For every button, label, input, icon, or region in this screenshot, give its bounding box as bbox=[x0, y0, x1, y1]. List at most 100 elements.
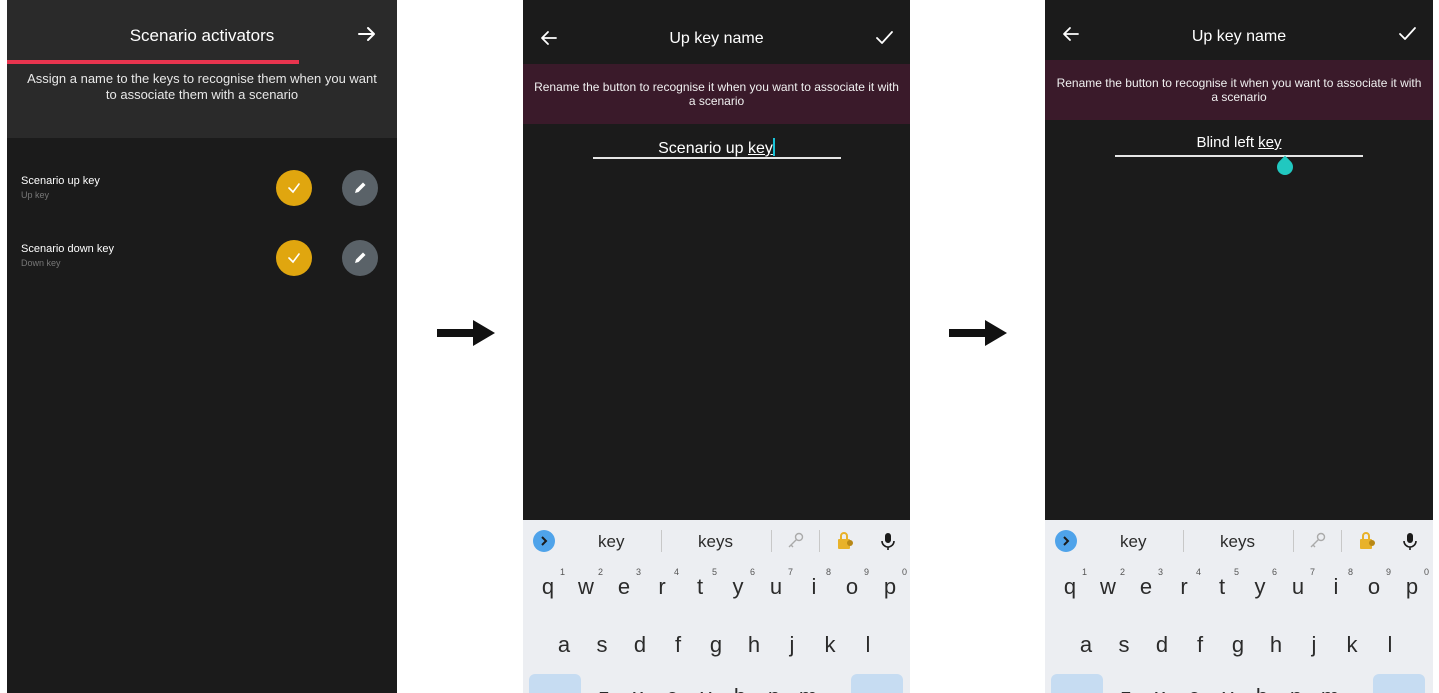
key[interactable]: q1 bbox=[533, 564, 565, 610]
expand-toolbar-button[interactable] bbox=[533, 530, 555, 552]
key[interactable]: e3 bbox=[609, 564, 641, 610]
key[interactable]: m bbox=[1315, 674, 1345, 693]
edit-key-button[interactable] bbox=[342, 170, 378, 206]
key[interactable]: q1 bbox=[1055, 564, 1087, 610]
key[interactable]: x bbox=[623, 674, 653, 693]
info-banner: Rename the button to recognise it when y… bbox=[1045, 60, 1433, 120]
key[interactable]: p0 bbox=[1397, 564, 1429, 610]
backspace-key[interactable] bbox=[851, 674, 903, 693]
input-underline bbox=[1115, 155, 1363, 157]
backspace-key[interactable] bbox=[1373, 674, 1425, 693]
cursor-handle[interactable] bbox=[1273, 155, 1297, 179]
key[interactable]: s bbox=[1109, 622, 1139, 668]
arrow-right-icon[interactable] bbox=[355, 22, 379, 46]
edit-key-button[interactable] bbox=[342, 240, 378, 276]
key[interactable]: d bbox=[1147, 622, 1177, 668]
key[interactable]: d bbox=[625, 622, 655, 668]
key[interactable]: k bbox=[815, 622, 845, 668]
page-title: Up key name bbox=[669, 30, 764, 47]
key[interactable]: w2 bbox=[571, 564, 603, 610]
key[interactable]: h bbox=[1261, 622, 1291, 668]
confirm-key-button[interactable] bbox=[276, 170, 312, 206]
input-text: Scenario up bbox=[658, 140, 748, 157]
key[interactable]: z bbox=[589, 674, 619, 693]
key-icon[interactable] bbox=[1307, 531, 1327, 551]
key[interactable]: v bbox=[1213, 674, 1243, 693]
suggestion[interactable]: key bbox=[598, 532, 624, 552]
lock-key-icon[interactable] bbox=[835, 531, 855, 551]
rename-screen: Up key name Rename the button to recogni… bbox=[523, 0, 910, 693]
key[interactable]: f bbox=[663, 622, 693, 668]
divider bbox=[819, 530, 820, 552]
divider bbox=[1183, 530, 1184, 552]
chevron-right-icon bbox=[1063, 536, 1070, 546]
shift-key[interactable] bbox=[1051, 674, 1103, 693]
key[interactable]: g bbox=[701, 622, 731, 668]
keyboard-row: a s d f g h j k l bbox=[523, 622, 910, 668]
suggestion[interactable]: keys bbox=[698, 532, 733, 552]
app-bar: Scenario activators bbox=[7, 0, 397, 64]
key[interactable]: t5 bbox=[1207, 564, 1239, 610]
key[interactable]: g bbox=[1223, 622, 1253, 668]
key[interactable]: u7 bbox=[1283, 564, 1315, 610]
key[interactable]: o9 bbox=[1359, 564, 1391, 610]
key[interactable]: c bbox=[657, 674, 687, 693]
key[interactable]: u7 bbox=[761, 564, 793, 610]
microphone-icon[interactable] bbox=[1400, 531, 1420, 551]
suggestion[interactable]: key bbox=[1120, 532, 1146, 552]
check-icon[interactable] bbox=[1397, 24, 1417, 44]
check-icon bbox=[288, 183, 300, 194]
key[interactable]: y6 bbox=[723, 564, 756, 610]
key[interactable]: n bbox=[1281, 674, 1311, 693]
key[interactable]: b bbox=[1247, 674, 1277, 693]
key[interactable]: x bbox=[1145, 674, 1175, 693]
key[interactable]: j bbox=[777, 622, 807, 668]
key[interactable]: e3 bbox=[1131, 564, 1163, 610]
microphone-icon[interactable] bbox=[878, 531, 898, 551]
key[interactable]: z bbox=[1111, 674, 1141, 693]
key-icon[interactable] bbox=[785, 531, 805, 551]
key[interactable]: f bbox=[1185, 622, 1215, 668]
key[interactable]: i8 bbox=[799, 564, 831, 610]
key[interactable]: s bbox=[587, 622, 617, 668]
keyboard: key keys q1 w2 e3 r4 t5 y6 u7 i8 o9 p0 a… bbox=[523, 520, 910, 693]
key[interactable]: a bbox=[549, 622, 579, 668]
keyboard-row: q1 w2 e3 r4 t5 y6 u7 i8 o9 p0 bbox=[523, 564, 910, 610]
key[interactable]: v bbox=[691, 674, 721, 693]
key[interactable]: t5 bbox=[685, 564, 717, 610]
key[interactable]: c bbox=[1179, 674, 1209, 693]
expand-toolbar-button[interactable] bbox=[1055, 530, 1077, 552]
lock-key-icon[interactable] bbox=[1357, 531, 1377, 551]
key-title: Scenario up key bbox=[21, 175, 100, 187]
key-title: Scenario down key bbox=[21, 243, 114, 255]
key[interactable]: m bbox=[793, 674, 823, 693]
name-input[interactable]: Blind left key bbox=[1045, 134, 1433, 151]
keyboard-row: z x c v b n m bbox=[523, 674, 910, 693]
key[interactable]: l bbox=[853, 622, 883, 668]
key[interactable]: w2 bbox=[1093, 564, 1125, 610]
confirm-key-button[interactable] bbox=[276, 240, 312, 276]
key-subtitle: Up key bbox=[21, 190, 50, 200]
key[interactable]: p0 bbox=[875, 564, 907, 610]
key[interactable]: h bbox=[739, 622, 769, 668]
check-icon[interactable] bbox=[874, 28, 894, 48]
key[interactable]: k bbox=[1337, 622, 1367, 668]
list-item[interactable]: Scenario down key Down key bbox=[7, 243, 397, 303]
key[interactable]: r4 bbox=[1169, 564, 1201, 610]
key[interactable]: i8 bbox=[1321, 564, 1353, 610]
shift-key[interactable] bbox=[529, 674, 581, 693]
key[interactable]: r4 bbox=[647, 564, 679, 610]
list-item[interactable]: Scenario up key Up key bbox=[7, 175, 397, 235]
check-icon bbox=[288, 253, 300, 264]
key[interactable]: j bbox=[1299, 622, 1329, 668]
key[interactable]: a bbox=[1071, 622, 1101, 668]
key[interactable]: y6 bbox=[1245, 564, 1278, 610]
key[interactable]: b bbox=[725, 674, 755, 693]
pencil-icon bbox=[355, 182, 366, 193]
key[interactable]: n bbox=[759, 674, 789, 693]
keyboard-row: q1 w2 e3 r4 t5 y6 u7 i8 o9 p0 bbox=[1045, 564, 1433, 610]
name-input[interactable]: Scenario up key bbox=[523, 138, 910, 158]
key[interactable]: l bbox=[1375, 622, 1405, 668]
key[interactable]: o9 bbox=[837, 564, 869, 610]
suggestion[interactable]: keys bbox=[1220, 532, 1255, 552]
